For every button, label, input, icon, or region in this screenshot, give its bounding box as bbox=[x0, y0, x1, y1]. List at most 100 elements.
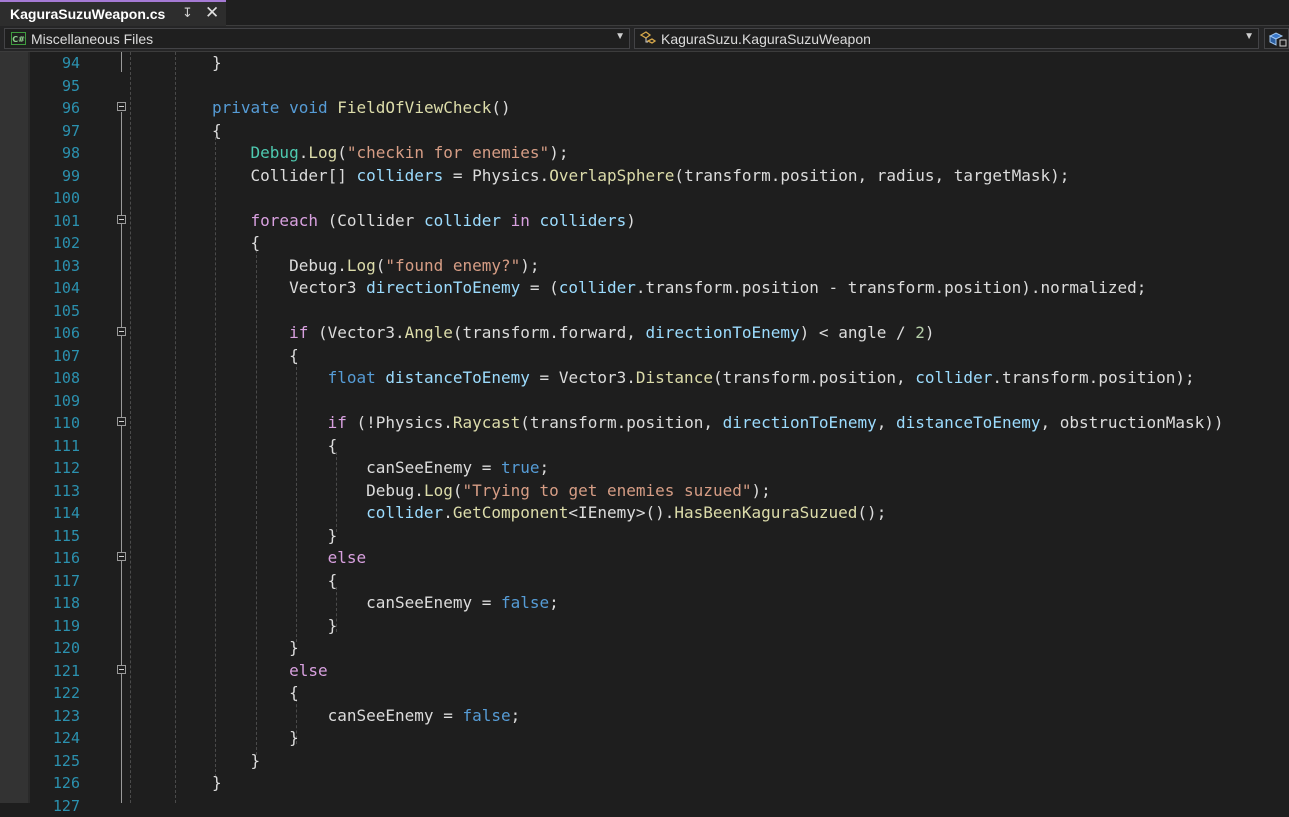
code-line: 107 { bbox=[0, 345, 1289, 368]
collapse-toggle[interactable] bbox=[117, 552, 126, 561]
line-number: 122 bbox=[30, 682, 80, 704]
line-number: 102 bbox=[30, 232, 80, 254]
line-number: 118 bbox=[30, 592, 80, 614]
line-code: } bbox=[212, 52, 222, 74]
line-code: { bbox=[212, 120, 222, 142]
member-dropdown[interactable] bbox=[1264, 28, 1289, 49]
line-code: Collider[] colliders = Physics.OverlapSp… bbox=[212, 165, 1069, 187]
collapse-toggle[interactable] bbox=[117, 215, 126, 224]
line-code: canSeeEnemy = false; bbox=[212, 705, 520, 727]
project-dropdown[interactable]: C# Miscellaneous Files ▼ bbox=[4, 28, 630, 49]
line-number: 117 bbox=[30, 570, 80, 592]
line-number: 100 bbox=[30, 187, 80, 209]
line-code: if (Vector3.Angle(transform.forward, dir… bbox=[212, 322, 935, 344]
code-line: 125 } bbox=[0, 750, 1289, 773]
code-line: 121 else bbox=[0, 660, 1289, 683]
line-code: Debug.Log("checkin for enemies"); bbox=[212, 142, 568, 164]
line-code: float distanceToEnemy = Vector3.Distance… bbox=[212, 367, 1195, 389]
line-code: collider.GetComponent<IEnemy>().HasBeenK… bbox=[212, 502, 886, 524]
line-number: 96 bbox=[30, 97, 80, 119]
collapse-toggle[interactable] bbox=[117, 665, 126, 674]
code-line: 122 { bbox=[0, 682, 1289, 705]
line-number: 111 bbox=[30, 435, 80, 457]
code-line: 105 bbox=[0, 300, 1289, 323]
line-code: else bbox=[212, 547, 366, 569]
line-number: 97 bbox=[30, 120, 80, 142]
chevron-down-icon[interactable]: ▼ bbox=[1244, 31, 1254, 42]
code-line: 114 collider.GetComponent<IEnemy>().HasB… bbox=[0, 502, 1289, 525]
line-code: { bbox=[212, 232, 260, 254]
code-line: 96 private void FieldOfViewCheck() bbox=[0, 97, 1289, 120]
line-number: 109 bbox=[30, 390, 80, 412]
collapse-toggle[interactable] bbox=[117, 327, 126, 336]
line-number: 127 bbox=[30, 795, 80, 817]
line-code: else bbox=[212, 660, 328, 682]
navigation-bar: C# Miscellaneous Files ▼ KaguraSuzu.Kagu… bbox=[0, 26, 1289, 52]
line-number: 98 bbox=[30, 142, 80, 164]
code-line: 94 } bbox=[0, 52, 1289, 75]
code-line: 100 bbox=[0, 187, 1289, 210]
line-code: } bbox=[212, 637, 299, 659]
code-line: 120 } bbox=[0, 637, 1289, 660]
line-number: 108 bbox=[30, 367, 80, 389]
line-code: } bbox=[212, 750, 260, 772]
member-icon bbox=[1266, 30, 1288, 48]
class-dropdown[interactable]: KaguraSuzu.KaguraSuzuWeapon ▼ bbox=[634, 28, 1259, 49]
pin-icon[interactable]: ↧ bbox=[182, 5, 193, 21]
collapse-toggle[interactable] bbox=[117, 102, 126, 111]
line-code: private void FieldOfViewCheck() bbox=[212, 97, 511, 119]
line-code: } bbox=[212, 615, 337, 637]
project-label: Miscellaneous Files bbox=[31, 31, 153, 47]
line-number: 107 bbox=[30, 345, 80, 367]
class-label: KaguraSuzu.KaguraSuzuWeapon bbox=[661, 31, 871, 47]
line-number: 95 bbox=[30, 75, 80, 97]
code-line: 101 foreach (Collider collider in collid… bbox=[0, 210, 1289, 233]
code-line: 117 { bbox=[0, 570, 1289, 593]
class-icon bbox=[639, 31, 659, 47]
line-code: } bbox=[212, 727, 299, 749]
collapse-toggle[interactable] bbox=[117, 417, 126, 426]
line-number: 124 bbox=[30, 727, 80, 749]
line-code: Debug.Log("Trying to get enemies suzued"… bbox=[212, 480, 771, 502]
line-number: 121 bbox=[30, 660, 80, 682]
line-number: 105 bbox=[30, 300, 80, 322]
line-number: 99 bbox=[30, 165, 80, 187]
csharp-file-icon: C# bbox=[11, 32, 26, 45]
line-number: 120 bbox=[30, 637, 80, 659]
document-tab[interactable]: KaguraSuzuWeapon.cs ↧ ✕ bbox=[0, 0, 226, 26]
line-number: 106 bbox=[30, 322, 80, 344]
line-code: canSeeEnemy = true; bbox=[212, 457, 549, 479]
code-line: 102 { bbox=[0, 232, 1289, 255]
line-number: 113 bbox=[30, 480, 80, 502]
chevron-down-icon[interactable]: ▼ bbox=[615, 31, 625, 42]
document-tab-bar: KaguraSuzuWeapon.cs ↧ ✕ bbox=[0, 0, 1289, 26]
code-line: 113 Debug.Log("Trying to get enemies suz… bbox=[0, 480, 1289, 503]
line-code: { bbox=[212, 435, 337, 457]
code-line: 111 { bbox=[0, 435, 1289, 458]
code-line: 116 else bbox=[0, 547, 1289, 570]
code-editor[interactable]: 94 } 95 96 private void FieldOfViewCheck… bbox=[0, 52, 1289, 803]
line-code: { bbox=[212, 682, 299, 704]
code-line: 108 float distanceToEnemy = Vector3.Dist… bbox=[0, 367, 1289, 390]
line-number: 125 bbox=[30, 750, 80, 772]
line-number: 112 bbox=[30, 457, 80, 479]
line-code: canSeeEnemy = false; bbox=[212, 592, 559, 614]
line-code: Debug.Log("found enemy?"); bbox=[212, 255, 540, 277]
line-number: 103 bbox=[30, 255, 80, 277]
line-code: } bbox=[212, 525, 337, 547]
code-line: 123 canSeeEnemy = false; bbox=[0, 705, 1289, 728]
line-number: 104 bbox=[30, 277, 80, 299]
code-line: 109 bbox=[0, 390, 1289, 413]
tab-title: KaguraSuzuWeapon.cs bbox=[0, 6, 165, 22]
code-line: 103 Debug.Log("found enemy?"); bbox=[0, 255, 1289, 278]
code-line: 95 bbox=[0, 75, 1289, 98]
code-line: 126 } bbox=[0, 772, 1289, 795]
line-code: foreach (Collider collider in colliders) bbox=[212, 210, 636, 232]
code-line: 112 canSeeEnemy = true; bbox=[0, 457, 1289, 480]
line-number: 119 bbox=[30, 615, 80, 637]
code-line: 119 } bbox=[0, 615, 1289, 638]
line-number: 114 bbox=[30, 502, 80, 524]
code-line: 127 bbox=[0, 795, 1289, 817]
close-icon[interactable]: ✕ bbox=[205, 3, 219, 23]
line-number: 116 bbox=[30, 547, 80, 569]
